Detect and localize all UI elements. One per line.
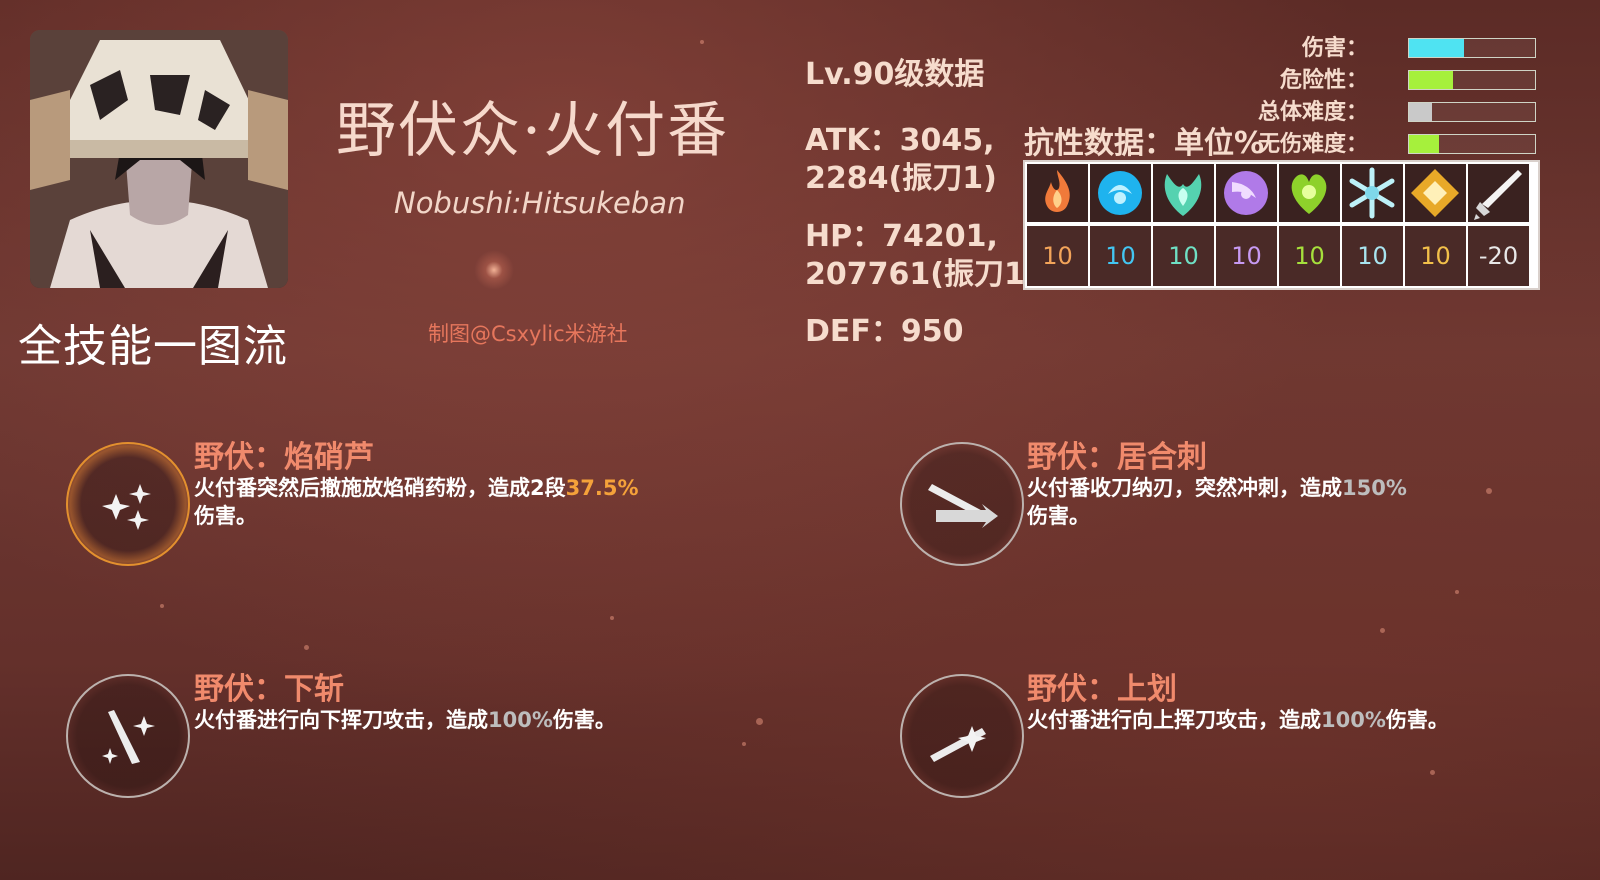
hp-stat-line2: 207761(振刀1) (805, 257, 1039, 292)
rating-fill-overall-difficulty (1409, 103, 1432, 121)
pyro-icon (1027, 164, 1088, 222)
resistance-table: 10 10 10 10 10 10 10 -20 (1023, 160, 1540, 290)
skill-icon-ring (66, 442, 190, 566)
rating-label-damage: 伤害： (1301, 36, 1368, 61)
skill-damage-value: 100% (488, 708, 553, 732)
skill-description-text: 火付番突然后撤施放焰硝药粉，造成2段 (194, 476, 566, 500)
skill-description-text: 火付番收刀纳刃，突然冲刺，造成 (1027, 476, 1342, 500)
skill-description-end: 伤害。 (1027, 504, 1090, 528)
geo-icon (1405, 164, 1466, 222)
skill-description-text: 火付番进行向下挥刀攻击，造成 (194, 708, 488, 732)
rating-bar-overall-difficulty (1408, 102, 1536, 122)
skill-description: 火付番进行向上挥刀攻击，造成100%伤害。 (1027, 706, 1477, 734)
level-stat: Lv.90级数据 (805, 57, 985, 92)
resistance-value: 10 (1153, 226, 1214, 286)
dash-blade-icon (928, 484, 998, 528)
cryo-icon (1342, 164, 1403, 222)
atk-stat-line2: 2284(振刀1) (805, 161, 997, 196)
enemy-portrait (30, 30, 288, 288)
enemy-name-english: Nobushi:Hitsukeban (394, 186, 686, 220)
resistance-value: 10 (1216, 226, 1277, 286)
hp-stat: HP：74201, 207761(振刀1) (805, 218, 1039, 294)
down-slash-icon (102, 710, 155, 764)
resistance-value: -20 (1468, 226, 1529, 286)
enemy-name: 野伏众·火付番 (336, 96, 730, 166)
rating-fill-damage (1409, 39, 1465, 57)
skill-damage-value: 150% (1342, 476, 1407, 500)
atk-stat-line1: ATK：3045, (805, 123, 995, 158)
skill-description-end: 伤害。 (1385, 708, 1449, 732)
skill-description: 火付番进行向下挥刀攻击，造成100%伤害。 (194, 706, 644, 734)
def-stat: DEF：950 (805, 314, 964, 349)
resistance-value: 10 (1342, 226, 1403, 286)
author-credit: 制图@Csxylic米游社 (428, 322, 628, 346)
skill-name: 野伏：上划 (1027, 672, 1177, 707)
rating-bar-damage (1408, 38, 1536, 58)
skill-description-end: 伤害。 (194, 504, 257, 528)
electro-icon (1216, 164, 1277, 222)
spark-glow (474, 250, 514, 290)
skill-icon-ring (900, 442, 1024, 566)
resistance-value: 10 (1405, 226, 1466, 286)
shuriken-cluster-icon (102, 484, 151, 530)
resistance-value: 10 (1279, 226, 1340, 286)
rating-fill-danger (1409, 71, 1454, 89)
anemo-icon (1153, 164, 1214, 222)
up-slash-icon (930, 726, 986, 762)
skill-name: 野伏：焰硝芦 (194, 440, 374, 475)
hp-stat-line1: HP：74201, (805, 219, 998, 254)
dendro-icon (1279, 164, 1340, 222)
skill-description-text: 火付番进行向上挥刀攻击，造成 (1027, 708, 1321, 732)
skill-description: 火付番收刀纳刃，突然冲刺，造成150% 伤害。 (1027, 474, 1477, 530)
rating-bar-danger (1408, 70, 1536, 90)
skill-name: 野伏：居合刺 (1027, 440, 1207, 475)
resistance-value: 10 (1090, 226, 1151, 286)
rating-label-danger: 危险性： (1279, 68, 1368, 93)
rating-bar-no-hit-difficulty (1408, 134, 1536, 154)
skill-icon-ring (900, 674, 1024, 798)
rating-label-overall-difficulty: 总体难度： (1257, 100, 1368, 125)
skill-damage-value: 37.5% (565, 476, 639, 500)
skill-icon-ring (66, 674, 190, 798)
skill-damage-value: 100% (1321, 708, 1386, 732)
skill-description-end: 伤害。 (552, 708, 616, 732)
atk-stat: ATK：3045, 2284(振刀1) (805, 122, 997, 198)
resistance-value: 10 (1027, 226, 1088, 286)
rating-label-no-hit-difficulty: 无伤难度： (1257, 132, 1368, 157)
physical-icon (1468, 164, 1529, 222)
skill-description: 火付番突然后撤施放焰硝药粉，造成2段37.5% 伤害。 (194, 474, 644, 530)
page-title: 全技能一图流 (18, 321, 288, 372)
hydro-icon (1090, 164, 1151, 222)
skill-name: 野伏：下斩 (194, 672, 344, 707)
rating-fill-no-hit-difficulty (1409, 135, 1440, 153)
